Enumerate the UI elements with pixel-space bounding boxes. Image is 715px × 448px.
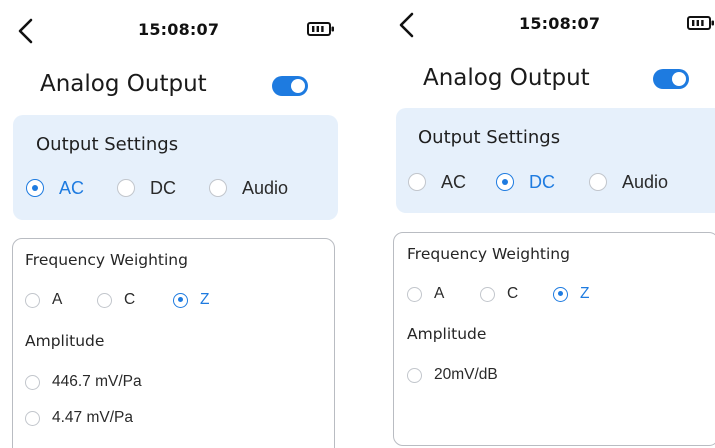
output-option-label: AC <box>441 171 467 192</box>
radio-unselected-icon <box>25 410 40 426</box>
detail-settings-card: Frequency Weighting A C Z Amplitude 20mV… <box>393 232 715 446</box>
radio-unselected-icon <box>589 173 607 191</box>
amplitude-option-20mv-db[interactable]: 20mV/dB <box>407 364 498 386</box>
weighting-option-label: A <box>52 291 63 308</box>
detail-settings-card: Frequency Weighting A C Z Amplitude 446.… <box>12 238 335 448</box>
weighting-option-a[interactable]: A <box>25 289 62 311</box>
weighting-option-label: Z <box>580 285 590 302</box>
battery-icon <box>307 22 335 36</box>
amplitude-option-446-7[interactable]: 446.7 mV/Pa <box>25 371 142 393</box>
frequency-weighting-heading: Frequency Weighting <box>407 245 570 263</box>
output-option-ac[interactable]: AC <box>408 171 466 193</box>
weighting-option-label: C <box>507 285 519 302</box>
toggle-knob <box>291 79 305 93</box>
output-option-label: Audio <box>622 171 669 192</box>
weighting-option-c[interactable]: C <box>480 283 518 305</box>
analog-output-toggle[interactable] <box>653 69 689 89</box>
chevron-left-icon <box>18 18 33 44</box>
weighting-option-a[interactable]: A <box>407 283 444 305</box>
screen-dc-settings: 15:08:07 Analog Output Output Settings A… <box>378 0 715 448</box>
weighting-option-label: Z <box>200 291 210 308</box>
frequency-weighting-heading: Frequency Weighting <box>25 251 188 269</box>
radio-unselected-icon <box>25 374 40 390</box>
output-settings-card: Output Settings AC DC Audio <box>13 115 338 220</box>
weighting-option-z[interactable]: Z <box>173 289 209 311</box>
back-button[interactable] <box>17 18 35 44</box>
radio-selected-icon <box>26 179 44 197</box>
output-option-audio[interactable]: Audio <box>589 171 668 193</box>
radio-unselected-icon <box>97 292 112 308</box>
radio-unselected-icon <box>407 286 422 302</box>
back-button[interactable] <box>398 12 416 38</box>
amplitude-heading: Amplitude <box>407 325 487 343</box>
status-time: 15:08:07 <box>138 20 220 39</box>
page-title: Analog Output <box>423 65 590 91</box>
weighting-option-z[interactable]: Z <box>553 283 589 305</box>
radio-unselected-icon <box>480 286 495 302</box>
battery-icon <box>687 16 715 30</box>
chevron-left-icon <box>399 12 414 38</box>
screen-ac-settings: 15:08:07 Analog Output Output Settings A… <box>0 0 352 448</box>
page-title: Analog Output <box>40 71 207 97</box>
output-settings-heading: Output Settings <box>418 127 561 148</box>
weighting-option-label: A <box>434 285 445 302</box>
output-settings-card: Output Settings AC DC Audio <box>396 108 715 213</box>
weighting-option-c[interactable]: C <box>97 289 135 311</box>
output-option-label: DC <box>150 177 176 198</box>
toggle-knob <box>672 72 686 86</box>
output-option-ac[interactable]: AC <box>26 177 84 199</box>
output-option-dc[interactable]: DC <box>117 177 176 199</box>
status-time: 15:08:07 <box>519 14 601 33</box>
output-option-label: DC <box>529 171 555 192</box>
amplitude-heading: Amplitude <box>25 332 105 350</box>
radio-unselected-icon <box>117 179 135 197</box>
radio-unselected-icon <box>407 367 422 383</box>
amplitude-option-label: 446.7 mV/Pa <box>52 373 142 390</box>
output-option-label: AC <box>59 177 85 198</box>
amplitude-option-4-47[interactable]: 4.47 mV/Pa <box>25 407 133 429</box>
radio-unselected-icon <box>408 173 426 191</box>
radio-selected-icon <box>553 286 568 302</box>
output-option-audio[interactable]: Audio <box>209 177 288 199</box>
output-settings-heading: Output Settings <box>36 134 179 155</box>
weighting-option-label: C <box>124 291 136 308</box>
radio-selected-icon <box>173 292 188 308</box>
radio-unselected-icon <box>25 292 40 308</box>
output-option-label: Audio <box>242 177 289 198</box>
radio-unselected-icon <box>209 179 227 197</box>
analog-output-toggle[interactable] <box>272 76 308 96</box>
amplitude-option-label: 4.47 mV/Pa <box>52 409 133 426</box>
amplitude-option-label: 20mV/dB <box>434 366 498 383</box>
output-option-dc[interactable]: DC <box>496 171 555 193</box>
radio-selected-icon <box>496 173 514 191</box>
